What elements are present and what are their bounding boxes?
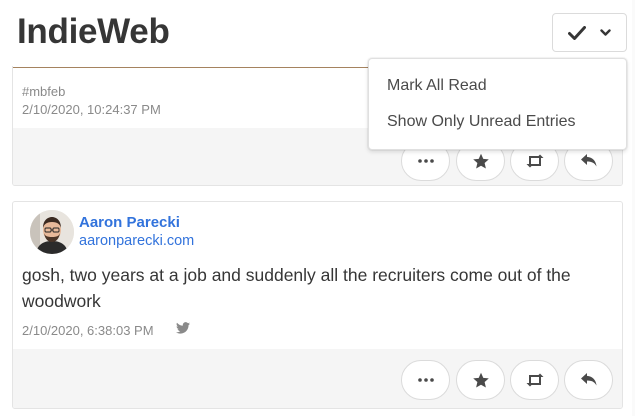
post-actions-bar [13, 349, 622, 408]
mark-read-dropdown-button[interactable] [552, 13, 627, 52]
post-hashtag[interactable]: #mbfeb [22, 84, 65, 99]
menu-item-show-unread[interactable]: Show Only Unread Entries [369, 104, 626, 140]
post-content: gosh, two years at a job and suddenly al… [22, 265, 571, 311]
author-url[interactable]: aaronparecki.com [79, 233, 194, 249]
reply-button[interactable] [564, 360, 613, 400]
post-divider [13, 67, 373, 68]
mark-read-menu: Mark All Read Show Only Unread Entries [368, 58, 627, 150]
check-icon [568, 25, 586, 40]
avatar-image [30, 210, 74, 254]
repost-icon [526, 154, 543, 168]
more-icon [417, 378, 434, 382]
page-title: IndieWeb [17, 12, 170, 51]
post-timestamp[interactable]: 2/10/2020, 10:24:37 PM [22, 102, 161, 117]
star-icon [472, 372, 489, 388]
menu-item-mark-all-read[interactable]: Mark All Read [369, 68, 626, 104]
like-button[interactable] [456, 360, 505, 400]
reply-icon [580, 154, 596, 167]
more-icon [417, 159, 434, 163]
more-button[interactable] [401, 360, 450, 400]
repost-button[interactable] [510, 360, 559, 400]
twitter-icon[interactable] [176, 322, 190, 334]
repost-icon [526, 373, 543, 387]
reply-icon [580, 373, 596, 386]
author-name[interactable]: Aaron Parecki [79, 214, 180, 231]
app-header: IndieWeb [0, 0, 635, 66]
post-card: Aaron Parecki aaronparecki.com gosh, two… [12, 201, 623, 409]
avatar[interactable] [30, 210, 74, 254]
post-timestamp[interactable]: 2/10/2020, 6:38:03 PM [22, 323, 154, 338]
app-page: #mbfeb 2/10/2020, 10:24:37 PM Aaron Pare… [0, 0, 635, 416]
star-icon [472, 153, 489, 169]
chevron-down-icon [600, 28, 611, 36]
